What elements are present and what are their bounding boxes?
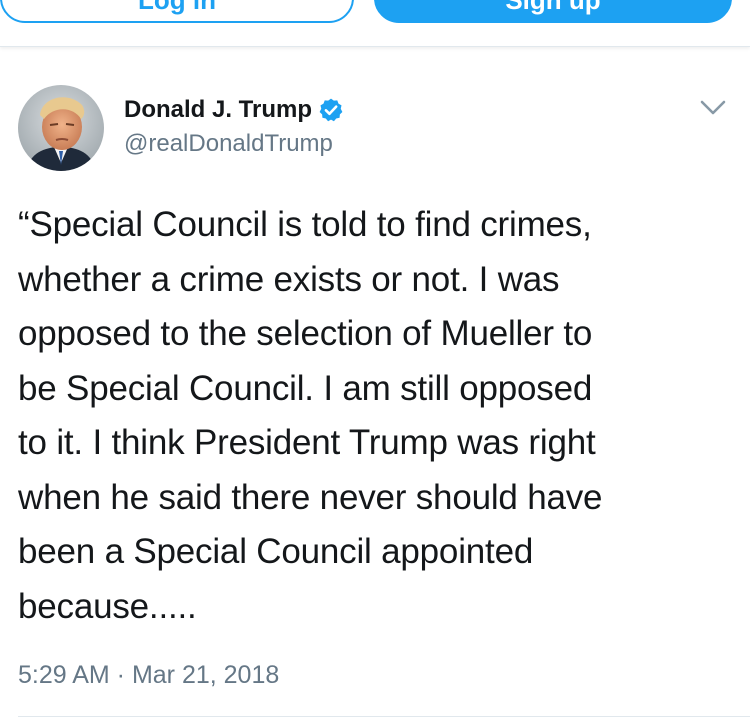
display-name[interactable]: Donald J. Trump: [124, 96, 312, 124]
tweet-timestamp[interactable]: 5:29 AM · Mar 21, 2018: [18, 661, 279, 690]
top-bar: Log in Sign up: [0, 0, 750, 47]
avatar[interactable]: [18, 85, 104, 171]
tweet-text: “Special Council is told to find crimes,…: [18, 205, 603, 626]
author-name-row[interactable]: Donald J. Trump: [124, 94, 344, 126]
chevron-down-icon[interactable]: [700, 100, 726, 116]
sign-up-button[interactable]: Sign up: [374, 0, 732, 23]
verified-badge-icon: [319, 98, 343, 122]
log-in-button[interactable]: Log in: [0, 0, 354, 23]
divider: [18, 716, 750, 717]
avatar-image: [18, 85, 104, 171]
handle[interactable]: @realDonaldTrump: [124, 130, 333, 158]
